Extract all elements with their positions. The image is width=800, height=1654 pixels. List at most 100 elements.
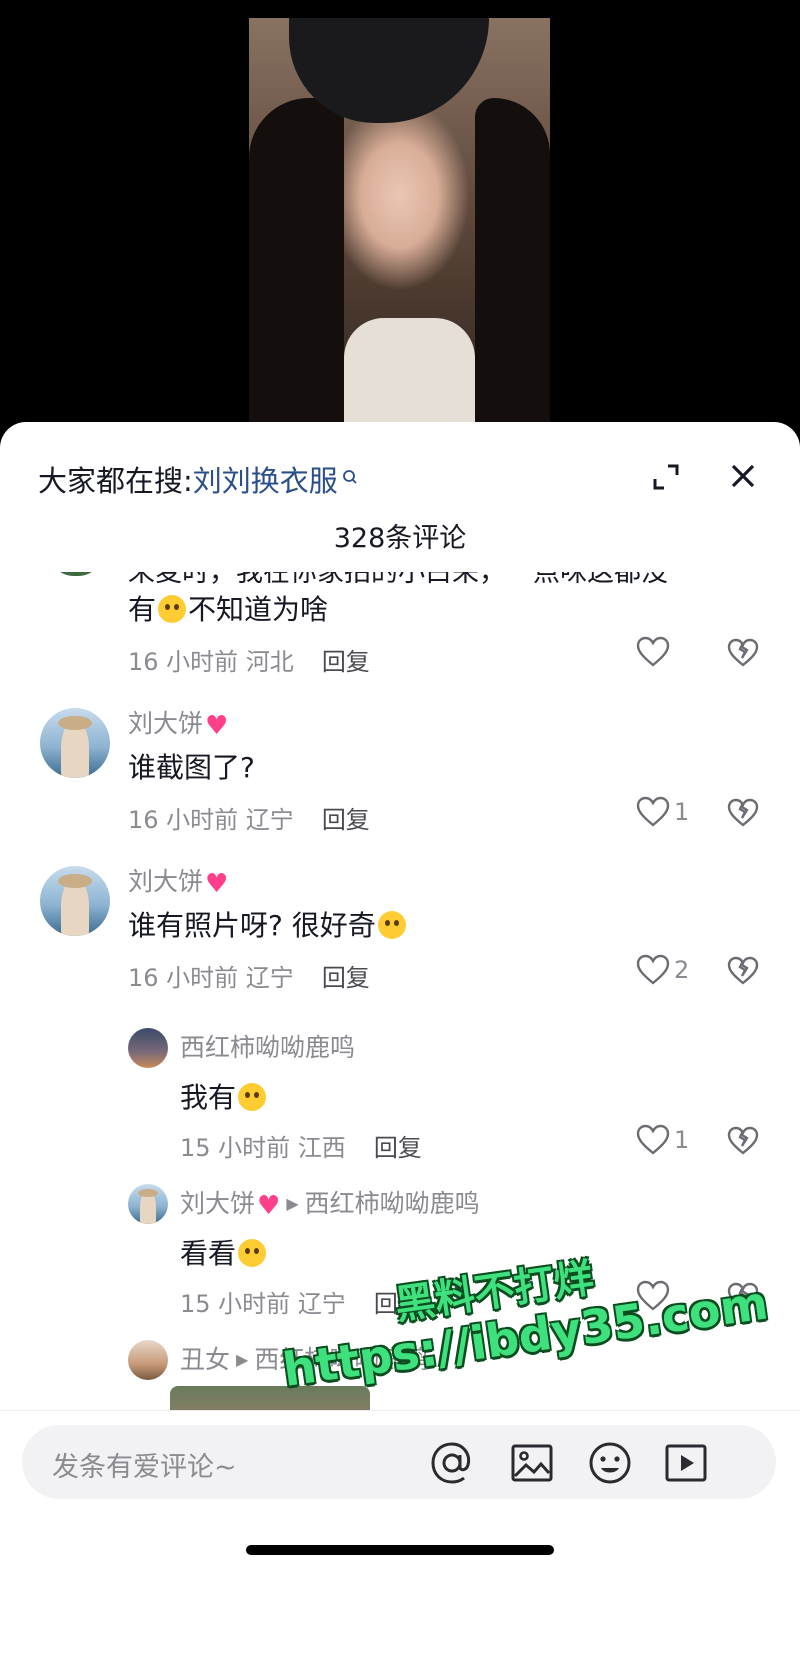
reply-location: 辽宁 xyxy=(297,1290,346,1318)
comment-location: 河北 xyxy=(245,648,294,676)
comment-text-part: 有 xyxy=(128,593,157,626)
dislike-button[interactable] xyxy=(727,638,759,670)
avatar[interactable] xyxy=(48,572,104,576)
play-icon[interactable] xyxy=(662,1439,710,1487)
reply-meta: 15 小时前 江西 回复 xyxy=(180,1128,422,1163)
avatar-figure xyxy=(140,1192,156,1224)
crying-emoji xyxy=(158,595,187,623)
avatar-hat xyxy=(58,874,92,889)
avatar[interactable] xyxy=(128,1340,168,1380)
heart-icon xyxy=(636,1280,670,1311)
home-indicator xyxy=(246,1545,554,1555)
reply-location: 江西 xyxy=(297,1134,346,1162)
comment-meta: 16 小时前 辽宁 回复 xyxy=(128,958,370,993)
comment-input-bar: 发条有爱评论~ xyxy=(0,1410,800,1654)
reply-to-name[interactable]: 西红柿呦呦鹿鸣 xyxy=(305,1189,480,1218)
reply-time: 15 小时前 xyxy=(180,1134,291,1162)
like-count: 1 xyxy=(674,1126,690,1154)
reply-meta: 15 小时前 辽宁 回复 xyxy=(180,1284,422,1319)
reply-author[interactable]: 西红柿呦呦鹿鸣 xyxy=(180,1028,355,1064)
like-count: 2 xyxy=(674,956,690,984)
heart-icon xyxy=(636,954,670,985)
comment-location: 辽宁 xyxy=(245,806,294,834)
comment-count: 328条评论 xyxy=(333,523,467,554)
avatar-hat xyxy=(138,1188,158,1197)
reply-to-arrow-icon: ▶ xyxy=(286,1194,299,1213)
heart-icon xyxy=(636,796,670,827)
search-suggestion[interactable]: 大家都在搜:刘刘换衣服 xyxy=(38,458,358,500)
video-player[interactable] xyxy=(0,0,800,440)
reply-button[interactable]: 回复 xyxy=(322,964,370,992)
reply-author[interactable]: 刘大饼♥ ▶ 西红柿呦呦鹿鸣 xyxy=(180,1184,480,1221)
avatar-hat xyxy=(58,716,92,731)
avatar[interactable] xyxy=(128,1184,168,1224)
dislike-heart-icon xyxy=(727,956,759,985)
search-icon xyxy=(342,460,358,494)
reply-button[interactable]: 回复 xyxy=(322,648,370,676)
comment-author[interactable]: 刘大饼♥ xyxy=(128,862,228,899)
dislike-button[interactable] xyxy=(727,798,759,830)
reply-time: 15 小时前 xyxy=(180,1290,291,1318)
dislike-button[interactable] xyxy=(727,1282,759,1314)
like-button[interactable] xyxy=(636,636,706,672)
laughing-emoji xyxy=(238,1083,267,1111)
comment-text: 谁有照片呀? 很好奇 xyxy=(128,904,408,944)
dislike-heart-icon xyxy=(727,1126,759,1155)
reply-text-part: 我有 xyxy=(180,1081,237,1114)
video-hair-right xyxy=(475,98,550,440)
reply-button[interactable]: 回复 xyxy=(374,1290,422,1318)
like-button[interactable]: 1 xyxy=(636,796,706,832)
comment-input[interactable]: 发条有爱评论~ xyxy=(22,1425,776,1499)
dislike-heart-icon xyxy=(727,798,759,827)
crying-emoji xyxy=(238,1239,267,1267)
comment-location: 辽宁 xyxy=(245,964,294,992)
dislike-heart-icon xyxy=(727,638,759,667)
like-button[interactable]: 2 xyxy=(636,954,706,990)
reply-author[interactable]: 丑女 ▶ 西红柿呦呦鹿鸣 xyxy=(180,1340,429,1376)
comment-text-cut: 来麦时，我在你家拍的小白采，一点咪这都没 xyxy=(128,572,668,588)
reply-button[interactable]: 回复 xyxy=(322,806,370,834)
like-button[interactable]: 1 xyxy=(636,1124,706,1160)
comment-meta: 16 小时前 辽宁 回复 xyxy=(128,800,370,835)
author-name: 刘大饼 xyxy=(128,867,204,896)
video-hair-left xyxy=(249,98,344,440)
like-count: 1 xyxy=(674,798,690,826)
reply-button[interactable]: 回复 xyxy=(374,1134,422,1162)
reply-to-name[interactable]: 西红柿呦呦鹿鸣 xyxy=(254,1345,429,1374)
comment-meta: 16 小时前 河北 回复 xyxy=(128,642,370,677)
comment-time: 16 小时前 xyxy=(128,964,239,992)
image-icon[interactable] xyxy=(508,1439,556,1487)
avatar[interactable] xyxy=(40,708,110,778)
comment-text: 有不知道为啥 xyxy=(128,588,328,628)
comment-text-part: 谁有照片呀? 很好奇 xyxy=(128,909,376,942)
author-name: 刘大饼 xyxy=(180,1189,256,1218)
pink-heart-emoji: ♥ xyxy=(257,1191,281,1221)
comment-author[interactable]: 刘大饼♥ xyxy=(128,704,228,741)
at-icon[interactable] xyxy=(428,1439,476,1487)
reply-text: 看看 xyxy=(180,1232,268,1272)
search-term-link[interactable]: 刘刘换衣服 xyxy=(193,464,338,498)
heart-icon xyxy=(636,636,670,667)
expand-icon[interactable] xyxy=(651,462,681,492)
author-name: 刘大饼 xyxy=(128,709,204,738)
comment-text-part: 不知道为啥 xyxy=(188,593,329,626)
reply-text: 我有 xyxy=(180,1076,268,1116)
dislike-button[interactable] xyxy=(727,956,759,988)
avatar-figure xyxy=(61,880,89,936)
avatar[interactable] xyxy=(40,866,110,936)
comment-text: 谁截图了? xyxy=(128,751,255,784)
like-button[interactable] xyxy=(636,1280,706,1316)
dislike-heart-icon xyxy=(727,1282,759,1311)
avatar[interactable] xyxy=(128,1028,168,1068)
close-icon[interactable] xyxy=(727,460,759,492)
dislike-button[interactable] xyxy=(727,1126,759,1158)
reply-to-arrow-icon: ▶ xyxy=(236,1350,249,1369)
reply-text-part: 看看 xyxy=(180,1237,237,1270)
heart-icon xyxy=(636,1124,670,1155)
pink-heart-emoji: ♥ xyxy=(205,711,229,741)
avatar-figure xyxy=(61,722,89,778)
emoji-icon[interactable] xyxy=(586,1439,634,1487)
comment-time: 16 小时前 xyxy=(128,648,239,676)
search-prefix: 大家都在搜: xyxy=(38,464,193,498)
pink-heart-emoji: ♥ xyxy=(205,869,229,899)
